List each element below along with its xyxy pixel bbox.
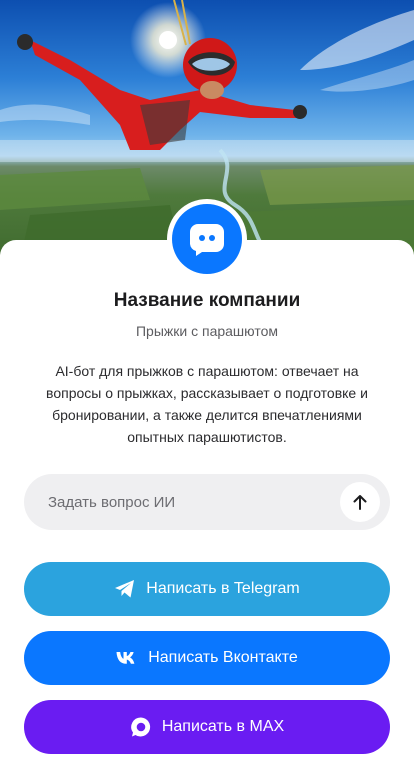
company-description: AI-бот для прыжков с парашютом: отвечает… bbox=[46, 363, 368, 445]
company-avatar bbox=[172, 204, 242, 274]
vk-icon bbox=[116, 647, 138, 669]
company-name: Название компании bbox=[113, 290, 301, 311]
chat-bot-icon bbox=[190, 224, 224, 256]
send-button[interactable] bbox=[340, 482, 380, 522]
max-icon bbox=[130, 716, 152, 738]
ask-ai-field bbox=[24, 474, 390, 530]
vk-button[interactable]: Написать Вконтакте bbox=[24, 631, 390, 685]
vk-button-label: Написать Вконтакте bbox=[148, 649, 298, 666]
telegram-button[interactable]: Написать в Telegram bbox=[24, 562, 390, 616]
ask-ai-input[interactable] bbox=[48, 474, 348, 530]
arrow-up-icon bbox=[353, 495, 367, 510]
max-button-label: Написать в MAX bbox=[161, 718, 285, 735]
company-category: Прыжки с парашютом bbox=[135, 323, 279, 339]
max-button[interactable]: Написать в MAX bbox=[24, 700, 390, 754]
telegram-button-label: Написать в Telegram bbox=[146, 580, 300, 597]
telegram-icon bbox=[114, 578, 136, 600]
